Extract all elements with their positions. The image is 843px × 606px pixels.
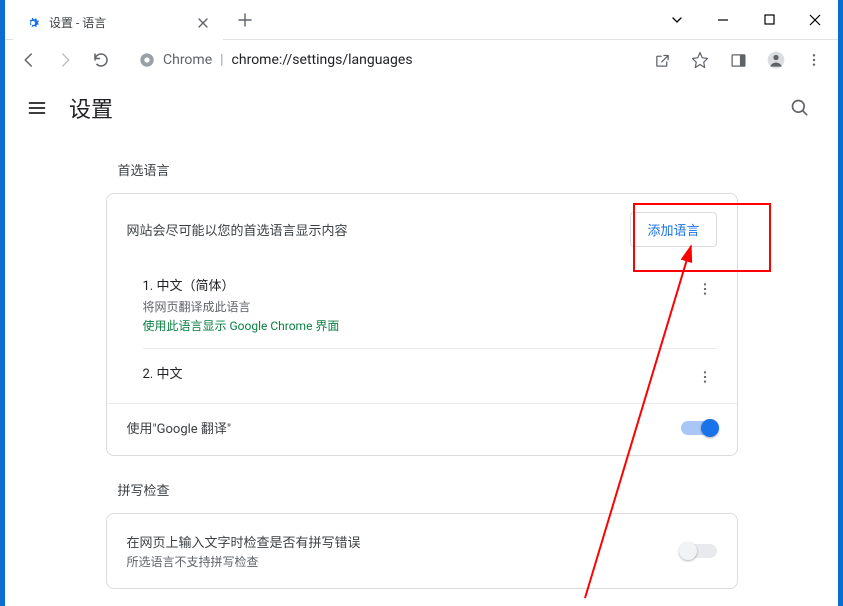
url-bar: Chrome | chrome://settings/languages [5, 40, 838, 80]
spell-check-sublabel: 所选语言不支持拼写检查 [127, 553, 361, 570]
close-tab-icon[interactable] [195, 15, 211, 31]
language-item: 1. 中文（简体） 将网页翻译成此语言 使用此语言显示 Google Chrom… [143, 261, 717, 349]
back-button[interactable] [13, 44, 45, 76]
window-controls [654, 0, 838, 39]
gear-icon [25, 15, 41, 31]
menu-icon[interactable] [25, 96, 49, 120]
spell-check-toggle [681, 544, 717, 558]
more-options-button[interactable] [693, 277, 717, 301]
window-title-bar: 设置 - 语言 [5, 0, 838, 40]
menu-button[interactable] [798, 44, 830, 76]
section-heading-languages: 首选语言 [118, 160, 738, 179]
maximize-button[interactable] [746, 4, 792, 36]
languages-description: 网站会尽可能以您的首选语言显示内容 [127, 220, 348, 239]
more-options-button[interactable] [693, 365, 717, 389]
search-button[interactable] [782, 90, 818, 126]
reload-button[interactable] [85, 44, 117, 76]
share-button[interactable] [646, 44, 678, 76]
minimize-button[interactable] [700, 4, 746, 36]
language-item: 2. 中文 [143, 349, 717, 403]
side-panel-button[interactable] [722, 44, 754, 76]
language-name: 1. 中文（简体） [143, 275, 693, 294]
tab-title: 设置 - 语言 [49, 14, 187, 31]
language-active-label: 使用此语言显示 Google Chrome 界面 [143, 317, 693, 334]
tab-search-button[interactable] [654, 4, 700, 36]
add-language-button[interactable]: 添加语言 [630, 212, 716, 247]
omnibox[interactable]: Chrome | chrome://settings/languages [127, 45, 636, 75]
url-text: Chrome | chrome://settings/languages [163, 52, 413, 68]
spell-check-card: 在网页上输入文字时检查是否有拼写错误 所选语言不支持拼写检查 [106, 513, 738, 589]
bookmark-button[interactable] [684, 44, 716, 76]
forward-button[interactable] [49, 44, 81, 76]
settings-page: 设置 首选语言 网站会尽可能以您的首选语言显示内容 添加语言 1. 中文（简体）… [5, 80, 838, 606]
settings-header: 设置 [5, 80, 838, 136]
google-translate-toggle[interactable] [681, 421, 717, 435]
google-translate-label: 使用"Google 翻译" [127, 418, 232, 437]
close-window-button[interactable] [792, 4, 838, 36]
page-title: 设置 [69, 92, 113, 124]
profile-button[interactable] [760, 44, 792, 76]
language-name: 2. 中文 [143, 363, 693, 382]
section-heading-spellcheck: 拼写检查 [118, 480, 738, 499]
spell-check-label: 在网页上输入文字时检查是否有拼写错误 [127, 532, 361, 551]
chrome-icon [139, 52, 155, 68]
preferred-languages-card: 网站会尽可能以您的首选语言显示内容 添加语言 1. 中文（简体） 将网页翻译成此… [106, 193, 738, 456]
language-sublabel: 将网页翻译成此语言 [143, 298, 693, 315]
browser-tab[interactable]: 设置 - 语言 [13, 6, 223, 40]
new-tab-button[interactable] [231, 6, 259, 34]
